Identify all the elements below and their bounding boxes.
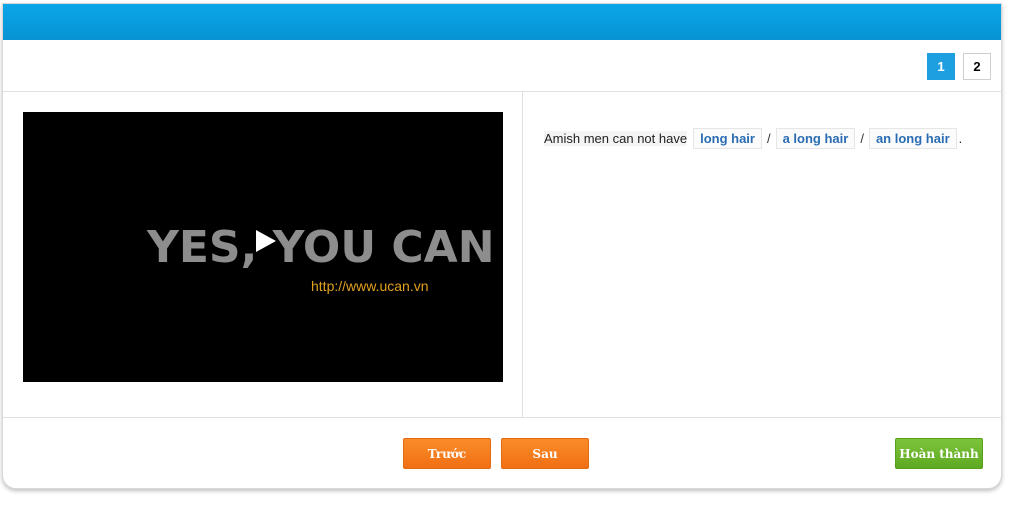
next-button[interactable]: Sau [501, 438, 589, 469]
footer-actions: Trước Sau Hoàn thành [3, 418, 1001, 488]
previous-button[interactable]: Trước [403, 438, 491, 469]
question-pane: Amish men can not have long hair / a lon… [524, 92, 1001, 417]
option-separator: / [766, 131, 771, 146]
page-navigation: 1 2 [3, 40, 1001, 92]
option-an-long-hair[interactable]: an long hair [868, 128, 957, 149]
question-suffix: . [958, 131, 963, 146]
option-long-hair[interactable]: long hair [693, 128, 762, 149]
page-2-button[interactable]: 2 [963, 53, 991, 80]
option-a-long-hair[interactable]: a long hair [775, 128, 856, 149]
question-sentence: Amish men can not have long hair / a lon… [544, 128, 962, 149]
video-url-text: http://www.ucan.vn [311, 278, 429, 294]
question-content: YES, YOU CAN http://www.ucan.vn Amish me… [3, 92, 1001, 418]
quiz-card: 1 2 YES, YOU CAN http://www.ucan.vn Amis… [2, 3, 1002, 489]
video-title-text: YES, YOU CAN [147, 222, 495, 273]
finish-button[interactable]: Hoàn thành [895, 438, 983, 469]
video-player[interactable]: YES, YOU CAN http://www.ucan.vn [23, 112, 503, 382]
option-separator: / [860, 131, 864, 146]
page-1-button[interactable]: 1 [927, 53, 955, 80]
media-pane: YES, YOU CAN http://www.ucan.vn [3, 92, 523, 417]
header-bar [3, 4, 1001, 40]
question-prefix: Amish men can not have [544, 131, 688, 146]
play-icon[interactable] [252, 228, 278, 254]
